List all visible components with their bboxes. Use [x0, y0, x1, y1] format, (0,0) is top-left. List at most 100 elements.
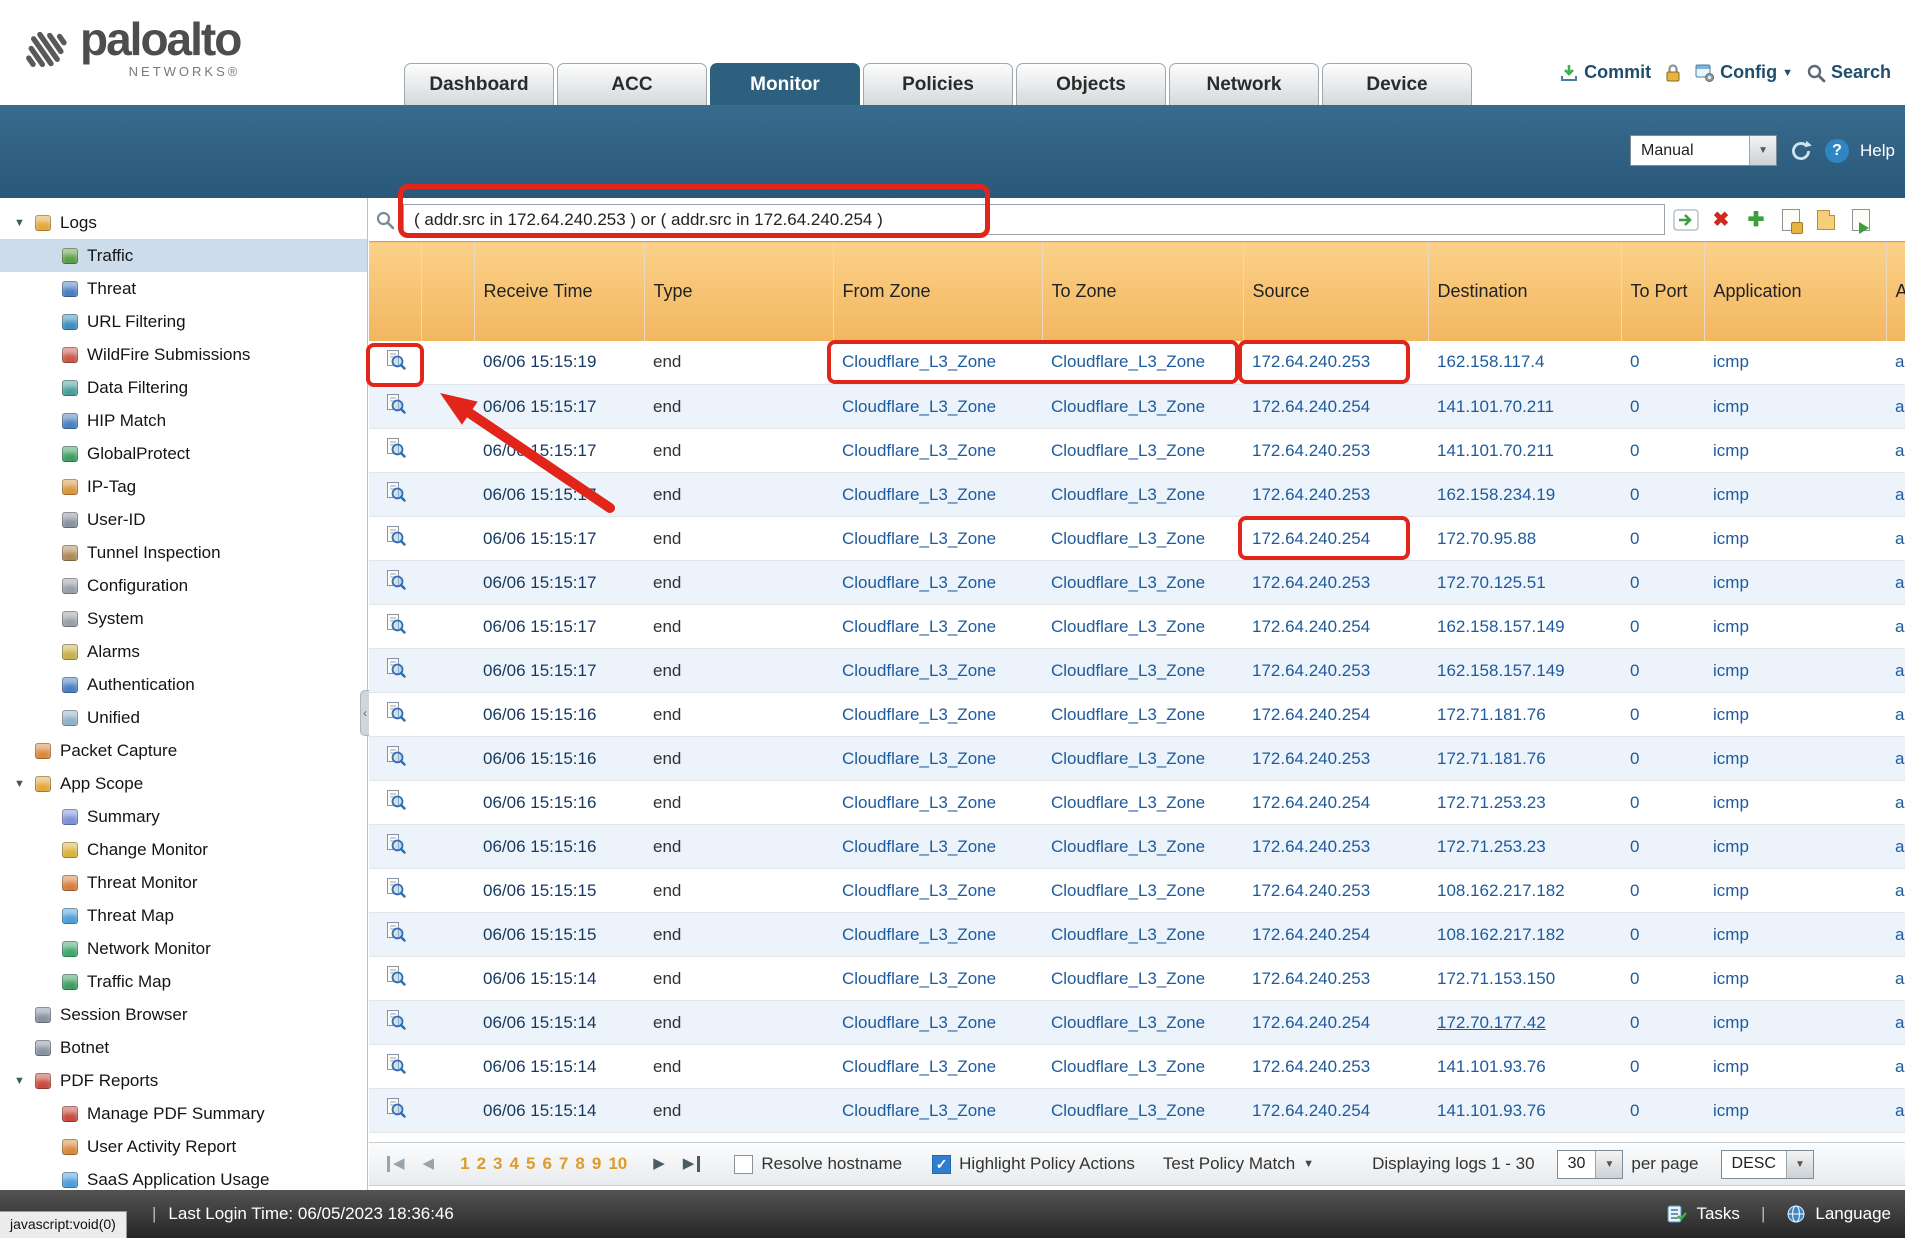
sidebar-item-manage-pdf-summary[interactable]: Manage PDF Summary — [0, 1097, 367, 1130]
page-3-link[interactable]: 3 — [493, 1154, 502, 1174]
to-zone-cell[interactable]: Cloudflare_L3_Zone — [1042, 605, 1243, 649]
to-port-cell[interactable]: 0 — [1621, 781, 1704, 825]
prev-page-button[interactable]: ◀ — [423, 1156, 435, 1172]
sidebar-item-alarms[interactable]: Alarms — [0, 635, 367, 668]
log-detail-button[interactable] — [369, 737, 421, 781]
to-zone-cell[interactable]: Cloudflare_L3_Zone — [1042, 1001, 1243, 1045]
column-header-to-zone[interactable]: To Zone — [1042, 242, 1243, 341]
action-cell[interactable]: al — [1886, 957, 1905, 1001]
to-zone-cell[interactable]: Cloudflare_L3_Zone — [1042, 649, 1243, 693]
log-detail-button[interactable] — [369, 605, 421, 649]
log-detail-button[interactable] — [369, 1045, 421, 1089]
action-cell[interactable]: al — [1886, 913, 1905, 957]
sidebar-item-traffic[interactable]: Traffic — [0, 239, 367, 272]
sidebar-item-configuration[interactable]: Configuration — [0, 569, 367, 602]
tab-policies[interactable]: Policies — [863, 63, 1013, 105]
source-cell[interactable]: 172.64.240.253 — [1243, 957, 1428, 1001]
action-cell[interactable]: al — [1886, 825, 1905, 869]
to-zone-cell[interactable]: Cloudflare_L3_Zone — [1042, 561, 1243, 605]
sidebar-item-system[interactable]: System — [0, 602, 367, 635]
source-cell[interactable]: 172.64.240.253 — [1243, 561, 1428, 605]
log-detail-button[interactable] — [369, 781, 421, 825]
from-zone-cell[interactable]: Cloudflare_L3_Zone — [833, 385, 1042, 429]
tab-objects[interactable]: Objects — [1016, 63, 1166, 105]
page-9-link[interactable]: 9 — [592, 1154, 601, 1174]
sidebar-item-threat[interactable]: Threat — [0, 272, 367, 305]
page-2-link[interactable]: 2 — [477, 1154, 486, 1174]
application-cell[interactable]: icmp — [1704, 341, 1886, 385]
sidebar-item-app-scope[interactable]: ▼App Scope — [0, 767, 367, 800]
action-cell[interactable]: al — [1886, 341, 1905, 385]
to-port-cell[interactable]: 0 — [1621, 825, 1704, 869]
to-port-cell[interactable]: 0 — [1621, 517, 1704, 561]
sidebar-item-change-monitor[interactable]: Change Monitor — [0, 833, 367, 866]
next-page-button[interactable]: ▶ — [653, 1156, 665, 1172]
to-port-cell[interactable]: 0 — [1621, 649, 1704, 693]
sidebar-item-unified[interactable]: Unified — [0, 701, 367, 734]
application-cell[interactable]: icmp — [1704, 1045, 1886, 1089]
destination-cell[interactable]: 172.71.253.23 — [1428, 825, 1621, 869]
to-zone-cell[interactable]: Cloudflare_L3_Zone — [1042, 825, 1243, 869]
sidebar-item-wildfire-submissions[interactable]: WildFire Submissions — [0, 338, 367, 371]
sidebar-item-user-id[interactable]: User-ID — [0, 503, 367, 536]
from-zone-cell[interactable]: Cloudflare_L3_Zone — [833, 825, 1042, 869]
sidebar-item-summary[interactable]: Summary — [0, 800, 367, 833]
application-cell[interactable]: icmp — [1704, 473, 1886, 517]
from-zone-cell[interactable]: Cloudflare_L3_Zone — [833, 473, 1042, 517]
sidebar-item-threat-map[interactable]: Threat Map — [0, 899, 367, 932]
sort-order-select[interactable]: DESC ▼ — [1721, 1150, 1814, 1179]
highlight-policy-actions-checkbox[interactable]: ✓ — [932, 1155, 951, 1174]
to-port-cell[interactable]: 0 — [1621, 473, 1704, 517]
sidebar-item-data-filtering[interactable]: Data Filtering — [0, 371, 367, 404]
destination-cell[interactable]: 141.101.70.211 — [1428, 429, 1621, 473]
from-zone-cell[interactable]: Cloudflare_L3_Zone — [833, 429, 1042, 473]
destination-cell[interactable]: 162.158.234.19 — [1428, 473, 1621, 517]
to-zone-cell[interactable]: Cloudflare_L3_Zone — [1042, 473, 1243, 517]
action-cell[interactable]: al — [1886, 473, 1905, 517]
expander-icon[interactable]: ▼ — [14, 217, 35, 229]
log-detail-button[interactable] — [369, 957, 421, 1001]
first-page-button[interactable]: ◀ — [387, 1156, 405, 1172]
source-cell[interactable]: 172.64.240.254 — [1243, 913, 1428, 957]
to-zone-cell[interactable]: Cloudflare_L3_Zone — [1042, 517, 1243, 561]
from-zone-cell[interactable]: Cloudflare_L3_Zone — [833, 605, 1042, 649]
to-zone-cell[interactable]: Cloudflare_L3_Zone — [1042, 913, 1243, 957]
to-port-cell[interactable]: 0 — [1621, 429, 1704, 473]
clear-filter-button[interactable]: ✖ — [1707, 206, 1735, 234]
page-6-link[interactable]: 6 — [542, 1154, 551, 1174]
sidebar-item-packet-capture[interactable]: Packet Capture — [0, 734, 367, 767]
action-cell[interactable]: al — [1886, 517, 1905, 561]
log-filter-input[interactable] — [403, 204, 1665, 235]
application-cell[interactable]: icmp — [1704, 561, 1886, 605]
save-filter-button[interactable] — [1777, 206, 1805, 234]
application-cell[interactable]: icmp — [1704, 649, 1886, 693]
action-cell[interactable]: al — [1886, 1089, 1905, 1133]
source-cell[interactable]: 172.64.240.253 — [1243, 341, 1428, 385]
action-cell[interactable]: al — [1886, 1045, 1905, 1089]
sidebar-item-threat-monitor[interactable]: Threat Monitor — [0, 866, 367, 899]
from-zone-cell[interactable]: Cloudflare_L3_Zone — [833, 693, 1042, 737]
destination-cell[interactable]: 162.158.117.4 — [1428, 341, 1621, 385]
destination-cell[interactable]: 141.101.93.76 — [1428, 1045, 1621, 1089]
tab-dashboard[interactable]: Dashboard — [404, 63, 554, 105]
source-cell[interactable]: 172.64.240.254 — [1243, 781, 1428, 825]
load-filter-button[interactable] — [1812, 206, 1840, 234]
from-zone-cell[interactable]: Cloudflare_L3_Zone — [833, 561, 1042, 605]
application-cell[interactable]: icmp — [1704, 869, 1886, 913]
application-cell[interactable]: icmp — [1704, 825, 1886, 869]
sidebar-item-url-filtering[interactable]: URL Filtering — [0, 305, 367, 338]
log-detail-button[interactable] — [369, 385, 421, 429]
to-zone-cell[interactable]: Cloudflare_L3_Zone — [1042, 385, 1243, 429]
sidebar-item-pdf-reports[interactable]: ▼PDF Reports — [0, 1064, 367, 1097]
to-port-cell[interactable]: 0 — [1621, 605, 1704, 649]
to-port-cell[interactable]: 0 — [1621, 869, 1704, 913]
test-policy-match-dropdown[interactable]: Test Policy Match ▼ — [1163, 1154, 1314, 1174]
destination-cell[interactable]: 141.101.93.76 — [1428, 1089, 1621, 1133]
destination-cell[interactable]: 162.158.157.149 — [1428, 649, 1621, 693]
sidebar-item-ip-tag[interactable]: IP-Tag — [0, 470, 367, 503]
application-cell[interactable]: icmp — [1704, 429, 1886, 473]
destination-cell[interactable]: 108.162.217.182 — [1428, 913, 1621, 957]
application-cell[interactable]: icmp — [1704, 693, 1886, 737]
to-port-cell[interactable]: 0 — [1621, 1001, 1704, 1045]
tasks-button[interactable]: Tasks — [1696, 1204, 1739, 1224]
